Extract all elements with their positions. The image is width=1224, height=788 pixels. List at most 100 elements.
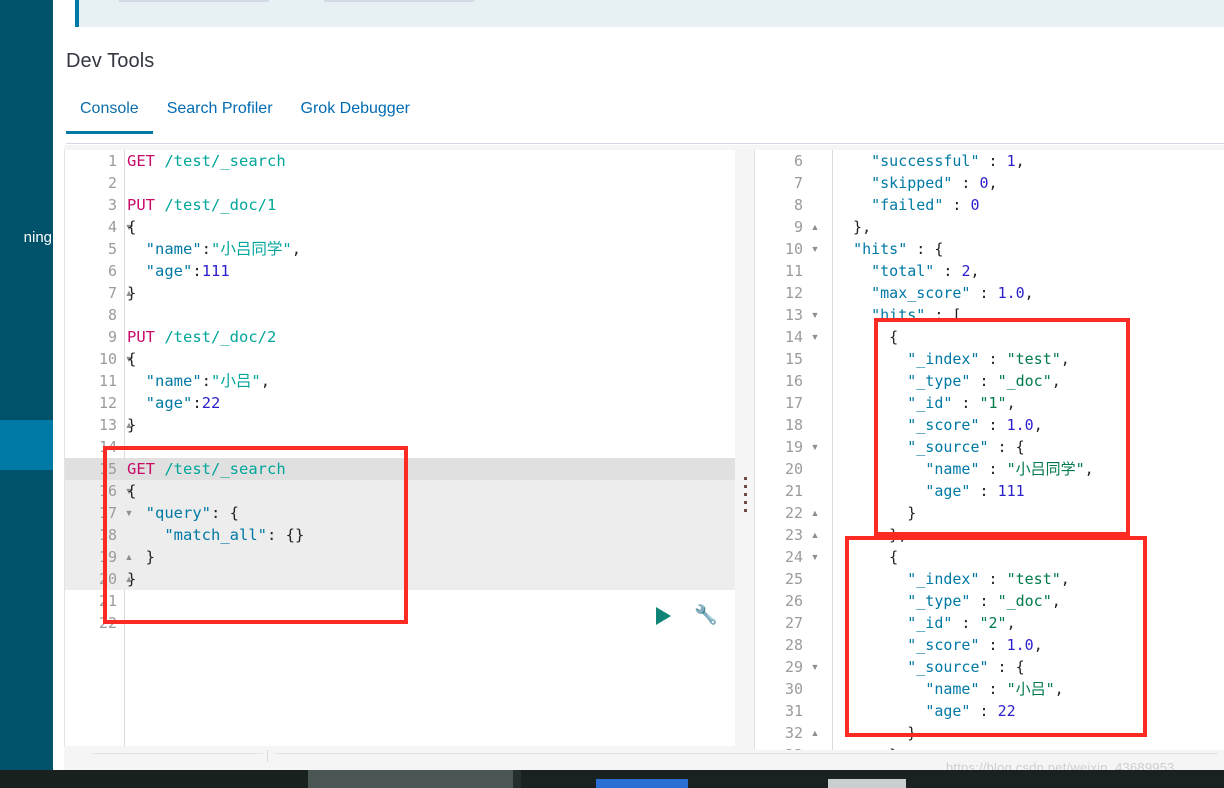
code-line[interactable]: 22 — [65, 612, 735, 634]
code-token: { — [835, 548, 899, 566]
code-line[interactable]: 15 GET /test/_search — [65, 458, 735, 480]
chevron-down-icon[interactable]: ▼ — [809, 304, 821, 326]
chevron-up-icon[interactable]: ▲ — [809, 502, 821, 524]
code-token: "hits" — [853, 240, 908, 258]
code-line[interactable]: 9 ▲ }, — [755, 216, 1224, 238]
code-line[interactable]: 18 "_score" : 1.0, — [755, 414, 1224, 436]
code-token: "age" — [145, 394, 193, 412]
code-line[interactable]: 19 ▲ } — [65, 546, 735, 568]
taskbar-app-icon[interactable] — [596, 779, 688, 788]
chevron-down-icon[interactable]: ▼ — [809, 238, 821, 260]
tab-console[interactable]: Console — [66, 100, 153, 134]
chevron-down-icon[interactable]: ▼ — [809, 546, 821, 568]
code-line[interactable]: 11 "name":"小吕", — [65, 370, 735, 392]
code-line[interactable]: 31 "age" : 22 — [755, 700, 1224, 722]
code-text: } — [127, 414, 136, 436]
code-text: "query": { — [127, 502, 239, 524]
code-line[interactable]: 24 ▼ { — [755, 546, 1224, 568]
code-line[interactable]: 8 "failed" : 0 — [755, 194, 1224, 216]
code-token: "hits" — [871, 306, 926, 324]
code-line[interactable]: 20 "name" : "小吕同学", — [755, 458, 1224, 480]
code-text: "_score" : 1.0, — [835, 634, 1042, 656]
tab-search-profiler[interactable]: Search Profiler — [153, 100, 287, 131]
code-line[interactable]: 23 ▲ }, — [755, 524, 1224, 546]
line-number: 21 — [784, 482, 803, 500]
code-token: , — [1024, 284, 1034, 302]
code-line[interactable]: 11 "total" : 2, — [755, 260, 1224, 282]
code-line[interactable]: 25 "_index" : "test", — [755, 568, 1224, 590]
code-line[interactable]: 6 "successful" : 1, — [755, 150, 1224, 172]
screen: ning Dev Tools Console Search Profiler Gro… — [0, 0, 1224, 788]
code-line[interactable]: 16 ▼{ — [65, 480, 735, 502]
line-number: 32 — [784, 724, 803, 742]
chevron-up-icon[interactable]: ▲ — [809, 524, 821, 546]
code-line[interactable]: 22 ▲ } — [755, 502, 1224, 524]
code-text: "age":22 — [127, 392, 221, 414]
code-line[interactable]: 13 ▲} — [65, 414, 735, 436]
code-line[interactable]: 7 "skipped" : 0, — [755, 172, 1224, 194]
code-line[interactable]: 14 — [65, 436, 735, 458]
code-line[interactable]: 6 "age":111 — [65, 260, 735, 282]
code-token: "_source" — [907, 438, 989, 456]
code-line[interactable]: 26 "_type" : "_doc", — [755, 590, 1224, 612]
code-text: "max_score" : 1.0, — [835, 282, 1034, 304]
play-icon[interactable] — [656, 607, 671, 625]
code-text: } — [127, 568, 136, 590]
code-line[interactable]: 7 ▲} — [65, 282, 735, 304]
code-line[interactable]: 2 — [65, 172, 735, 194]
code-token: /test/_search — [164, 152, 286, 170]
code-line[interactable]: 14 ▼ { — [755, 326, 1224, 348]
sidebar-item-active-highlight[interactable] — [0, 420, 53, 470]
code-line[interactable]: 3 PUT /test/_doc/1 — [65, 194, 735, 216]
code-line[interactable]: 12 "max_score" : 1.0, — [755, 282, 1224, 304]
code-line[interactable]: 21 — [65, 590, 735, 612]
chevron-down-icon[interactable]: ▼ — [809, 436, 821, 458]
code-text: "age" : 111 — [835, 480, 1024, 502]
chevron-up-icon[interactable]: ▲ — [809, 216, 821, 238]
code-line[interactable]: 8 — [65, 304, 735, 326]
code-line[interactable]: 12 "age":22 — [65, 392, 735, 414]
code-token: "_score" — [907, 416, 980, 434]
code-line[interactable]: 13 ▼ "hits" : [ — [755, 304, 1224, 326]
code-line[interactable]: 4 ▼{ — [65, 216, 735, 238]
code-line[interactable]: 18 "match_all": {} — [65, 524, 735, 546]
taskbar-window-icon[interactable] — [828, 779, 906, 788]
code-line[interactable]: 1 GET /test/_search — [65, 150, 735, 172]
code-line[interactable]: 5 "name":"小吕同学", — [65, 238, 735, 260]
code-line[interactable]: 28 "_score" : 1.0, — [755, 634, 1224, 656]
code-line[interactable]: 20 ▲} — [65, 568, 735, 590]
code-line[interactable]: 27 "_id" : "2", — [755, 612, 1224, 634]
code-token: "name" — [145, 240, 202, 258]
code-line[interactable]: 30 "name" : "小吕", — [755, 678, 1224, 700]
code-line[interactable]: 10 ▼ "hits" : { — [755, 238, 1224, 260]
code-token: "age" — [925, 482, 971, 500]
code-line[interactable]: 15 "_index" : "test", — [755, 348, 1224, 370]
code-text: "failed" : 0 — [835, 194, 979, 216]
chevron-up-icon[interactable]: ▲ — [809, 722, 821, 744]
code-line[interactable]: 16 "_type" : "_doc", — [755, 370, 1224, 392]
chevron-down-icon[interactable]: ▼ — [809, 326, 821, 348]
code-line[interactable]: 17 ▼ "query": { — [65, 502, 735, 524]
taskbar-segment-2 — [308, 770, 513, 788]
code-line[interactable]: 10 ▼{ — [65, 348, 735, 370]
request-editor[interactable]: 1 GET /test/_search 2 3 PUT /test/_doc/1 4 ▼{5… — [64, 150, 735, 746]
wrench-icon[interactable]: 🔧 — [694, 605, 718, 627]
tab-grok-debugger[interactable]: Grok Debugger — [287, 100, 424, 131]
code-line[interactable]: 19 ▼ "_source" : { — [755, 436, 1224, 458]
sidebar-nav-rail[interactable]: ning — [0, 0, 53, 770]
code-text: GET /test/_search — [127, 458, 286, 480]
code-line[interactable]: 32 ▲ } — [755, 722, 1224, 744]
code-text: "_type" : "_doc", — [835, 590, 1061, 612]
code-line[interactable]: 21 "age" : 111 — [755, 480, 1224, 502]
response-viewer[interactable]: 6 "successful" : 1, 7 "skipped" : 0, 8 "fa… — [754, 150, 1224, 770]
pane-resize-handle[interactable] — [742, 477, 750, 513]
code-line[interactable]: 9 PUT /test/_doc/2 — [65, 326, 735, 348]
code-line[interactable]: 17 "_id" : "1", — [755, 392, 1224, 414]
code-line[interactable]: 29 ▼ "_source" : { — [755, 656, 1224, 678]
code-token: , — [1006, 614, 1016, 632]
chevron-down-icon[interactable]: ▼ — [809, 656, 821, 678]
